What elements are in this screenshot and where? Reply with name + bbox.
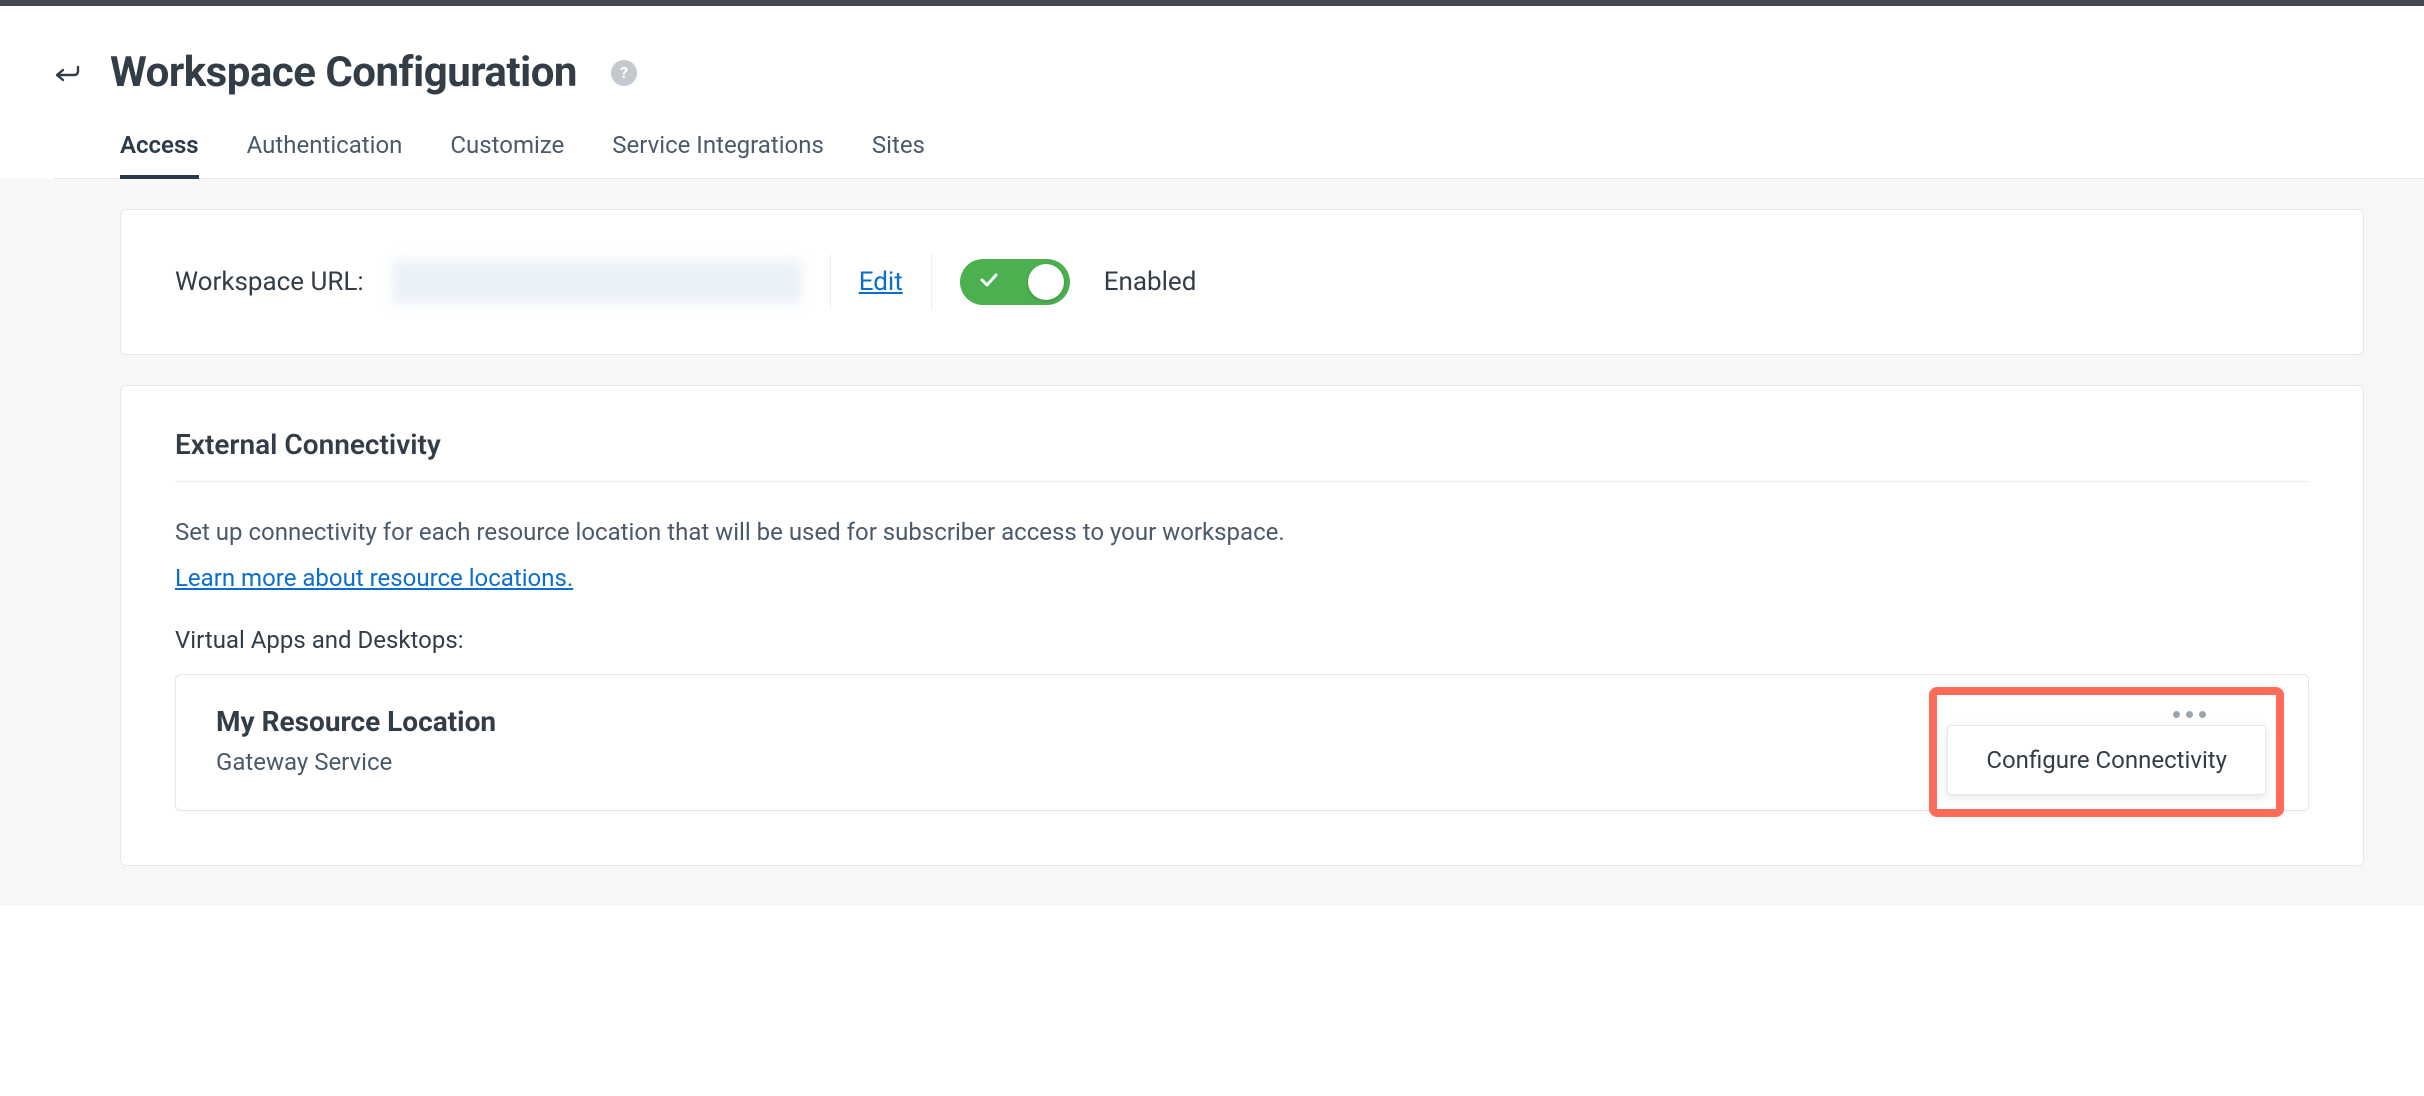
- header: Workspace Configuration ? Access Authent…: [0, 6, 2424, 179]
- vad-label: Virtual Apps and Desktops:: [175, 626, 2309, 654]
- tab-authentication[interactable]: Authentication: [247, 131, 403, 179]
- page-title: Workspace Configuration: [110, 48, 577, 97]
- divider: [931, 254, 932, 310]
- title-row: Workspace Configuration ?: [54, 6, 2424, 131]
- check-icon: [978, 269, 1000, 295]
- configure-connectivity-menu-item[interactable]: Configure Connectivity: [1948, 726, 2265, 794]
- workspace-url-card: Workspace URL: Edit Enabled: [120, 209, 2364, 355]
- resource-location-card: My Resource Location Gateway Service Con…: [175, 674, 2309, 811]
- tab-customize[interactable]: Customize: [450, 131, 564, 179]
- toggle-state-label: Enabled: [1104, 267, 1197, 297]
- external-connectivity-card: External Connectivity Set up connectivit…: [120, 385, 2364, 866]
- resource-menu-area: Configure Connectivity: [1929, 687, 2284, 817]
- toggle-knob: [1028, 264, 1064, 300]
- resource-menu-popover: Configure Connectivity: [1947, 725, 2266, 795]
- more-menu-icon[interactable]: [1947, 705, 2266, 723]
- content-area: Workspace URL: Edit Enabled External Con…: [0, 179, 2424, 906]
- tab-service-integrations[interactable]: Service Integrations: [612, 131, 824, 179]
- external-connectivity-title: External Connectivity: [175, 428, 2309, 461]
- workspace-url-label: Workspace URL:: [175, 267, 364, 297]
- edit-url-link[interactable]: Edit: [859, 267, 903, 297]
- workspace-url-value-redacted: [392, 260, 802, 304]
- workspace-url-toggle[interactable]: [960, 259, 1070, 305]
- tabs: Access Authentication Customize Service …: [54, 131, 2424, 179]
- back-icon[interactable]: [52, 58, 82, 88]
- divider: [830, 254, 831, 310]
- help-icon[interactable]: ?: [611, 60, 637, 86]
- tab-access[interactable]: Access: [120, 131, 199, 179]
- tab-sites[interactable]: Sites: [872, 131, 925, 179]
- learn-more-link[interactable]: Learn more about resource locations.: [175, 564, 573, 592]
- external-connectivity-description: Set up connectivity for each resource lo…: [175, 518, 2309, 546]
- divider: [175, 481, 2309, 482]
- highlight-annotation: Configure Connectivity: [1929, 687, 2284, 817]
